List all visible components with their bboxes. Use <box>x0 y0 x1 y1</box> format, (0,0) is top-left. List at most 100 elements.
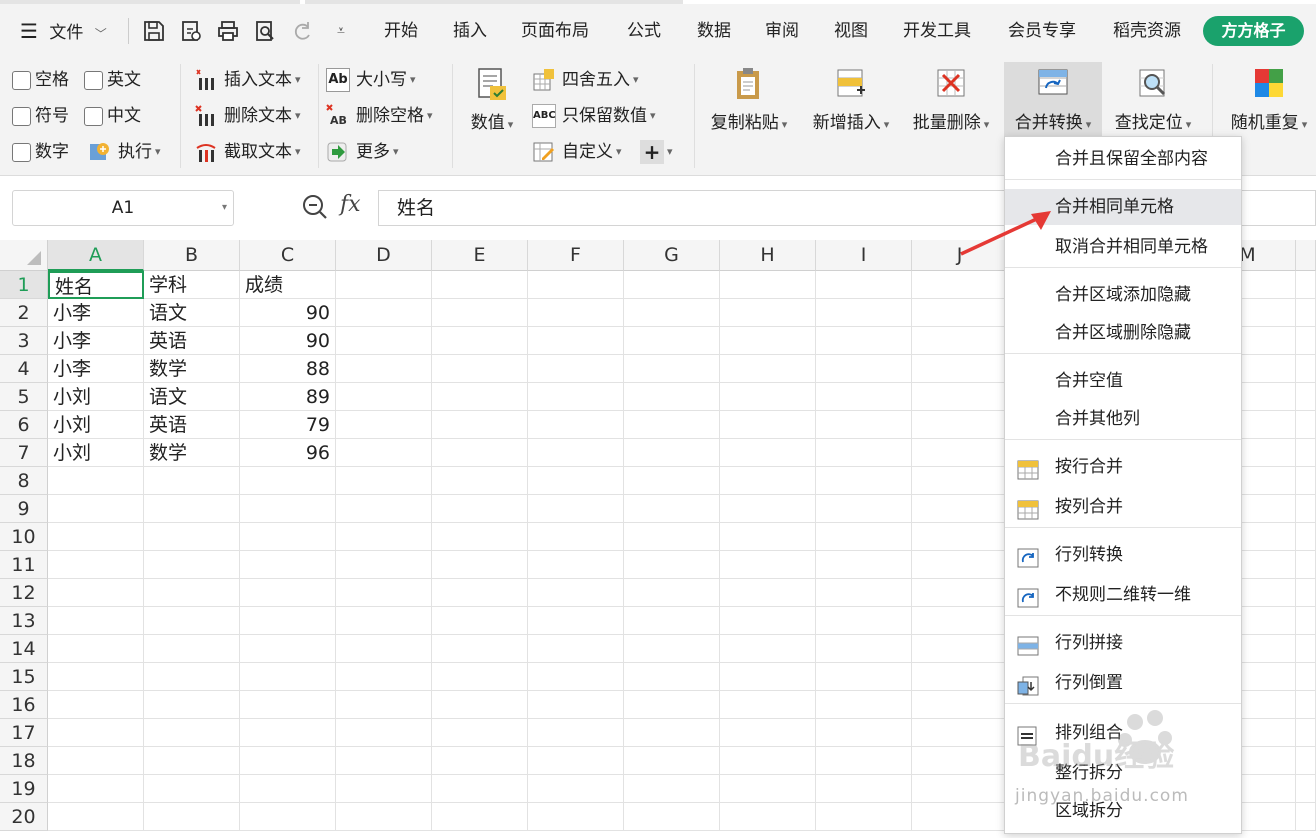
cell[interactable] <box>336 355 432 383</box>
cell[interactable] <box>144 579 240 607</box>
row-header-2[interactable]: 2 <box>0 299 48 327</box>
cell[interactable] <box>816 747 912 775</box>
row-header-17[interactable]: 17 <box>0 719 48 747</box>
cell[interactable] <box>144 635 240 663</box>
cell[interactable] <box>528 383 624 411</box>
cell[interactable] <box>720 691 816 719</box>
cell[interactable] <box>1296 271 1316 299</box>
round-button[interactable]: 四舍五入 ▾ <box>532 66 639 94</box>
cell[interactable]: 小刘 <box>48 383 144 411</box>
cell[interactable] <box>144 495 240 523</box>
cell[interactable] <box>528 747 624 775</box>
cell[interactable] <box>240 691 336 719</box>
cell[interactable] <box>912 635 1008 663</box>
cell[interactable] <box>816 635 912 663</box>
cell[interactable] <box>1296 663 1316 691</box>
cell[interactable] <box>1296 523 1316 551</box>
cell[interactable] <box>240 579 336 607</box>
cell[interactable] <box>432 467 528 495</box>
checkbox-number[interactable]: 数字 <box>12 138 69 166</box>
cell[interactable] <box>48 551 144 579</box>
cell[interactable] <box>528 523 624 551</box>
insert-text-button[interactable]: 插入文本 ▾ <box>194 66 301 94</box>
tab-developer[interactable]: 开发工具 <box>903 14 971 48</box>
tab-home[interactable]: 开始 <box>384 14 418 48</box>
tab-docer[interactable]: 稻壳资源 <box>1113 14 1181 48</box>
checkbox-chinese[interactable]: 中文 <box>84 102 141 130</box>
cell[interactable] <box>48 467 144 495</box>
cell[interactable] <box>624 327 720 355</box>
column-header-e[interactable]: E <box>432 240 528 271</box>
cell[interactable] <box>624 775 720 803</box>
row-header-16[interactable]: 16 <box>0 691 48 719</box>
cell[interactable] <box>432 439 528 467</box>
find-locate-button[interactable]: 查找定位 ▾ <box>1106 66 1200 133</box>
row-header-15[interactable]: 15 <box>0 663 48 691</box>
cell[interactable] <box>816 299 912 327</box>
cell[interactable] <box>336 691 432 719</box>
cell[interactable] <box>432 607 528 635</box>
cell[interactable] <box>144 607 240 635</box>
dropdown-item-1[interactable]: 合并且保留全部内容 <box>1005 141 1241 177</box>
cell[interactable] <box>240 495 336 523</box>
cell[interactable] <box>816 467 912 495</box>
cell[interactable] <box>336 719 432 747</box>
cell[interactable] <box>624 495 720 523</box>
cell[interactable] <box>624 803 720 831</box>
insert-function-icon[interactable]: fx <box>340 192 361 217</box>
cell[interactable] <box>336 299 432 327</box>
cell[interactable] <box>720 775 816 803</box>
cell[interactable] <box>432 327 528 355</box>
cell[interactable] <box>720 579 816 607</box>
cell[interactable] <box>240 803 336 831</box>
cell[interactable] <box>240 467 336 495</box>
cell[interactable] <box>816 719 912 747</box>
cell[interactable]: 88 <box>240 355 336 383</box>
cell[interactable] <box>528 299 624 327</box>
cell[interactable] <box>528 607 624 635</box>
cell[interactable] <box>528 663 624 691</box>
cell[interactable] <box>432 635 528 663</box>
cell[interactable] <box>432 747 528 775</box>
dropdown-item-11[interactable]: 不规则二维转一维 <box>1005 577 1241 613</box>
value-button[interactable]: 数值 ▾ <box>462 66 522 133</box>
export-pdf-icon[interactable] <box>176 16 206 46</box>
cell[interactable] <box>432 691 528 719</box>
cell[interactable] <box>720 383 816 411</box>
cell[interactable] <box>1296 775 1316 803</box>
execute-button[interactable]: 执行 ▾ <box>88 138 161 166</box>
cell[interactable] <box>528 467 624 495</box>
cell[interactable] <box>432 271 528 299</box>
row-header-10[interactable]: 10 <box>0 523 48 551</box>
cell[interactable] <box>432 551 528 579</box>
cell[interactable]: 英语 <box>144 411 240 439</box>
dropdown-item-7[interactable]: 合并其他列 <box>1005 401 1241 437</box>
cell[interactable] <box>48 579 144 607</box>
cell[interactable]: 小李 <box>48 299 144 327</box>
cell[interactable] <box>816 607 912 635</box>
cell[interactable] <box>912 355 1008 383</box>
column-header-h[interactable]: H <box>720 240 816 271</box>
cell[interactable] <box>1296 383 1316 411</box>
cell[interactable]: 语文 <box>144 299 240 327</box>
cell[interactable] <box>816 663 912 691</box>
cell[interactable] <box>624 663 720 691</box>
cell[interactable] <box>720 803 816 831</box>
redo-icon[interactable] <box>287 16 317 46</box>
cell[interactable] <box>624 467 720 495</box>
tab-page-layout[interactable]: 页面布局 <box>521 14 589 48</box>
cell[interactable] <box>336 607 432 635</box>
cell[interactable] <box>1296 803 1316 831</box>
cell[interactable] <box>816 523 912 551</box>
cell[interactable]: 成绩 <box>240 271 336 299</box>
cell[interactable] <box>1296 551 1316 579</box>
row-header-14[interactable]: 14 <box>0 635 48 663</box>
extract-text-button[interactable]: 截取文本 ▾ <box>194 138 301 166</box>
random-repeat-button[interactable]: 随机重复 ▾ <box>1222 66 1316 133</box>
cell[interactable] <box>912 663 1008 691</box>
batch-delete-button[interactable]: 批量删除 ▾ <box>904 66 998 133</box>
cell[interactable] <box>432 355 528 383</box>
cell[interactable] <box>432 495 528 523</box>
cell[interactable] <box>912 439 1008 467</box>
cell[interactable] <box>912 299 1008 327</box>
